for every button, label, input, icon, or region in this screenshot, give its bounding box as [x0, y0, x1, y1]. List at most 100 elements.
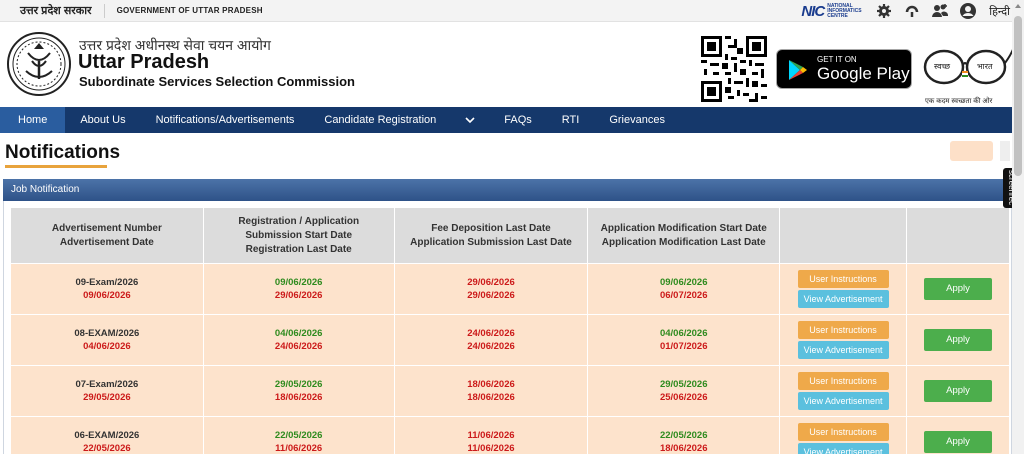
cell-actions: User Instructions View Advertisement [779, 314, 908, 366]
adv-number: 07-Exam/2026 [75, 379, 139, 390]
vertical-scrollbar[interactable] [1012, 0, 1024, 454]
header-modification-label: Application Modification Start Date Appl… [600, 222, 767, 248]
submission-last-date: 18/06/2026 [467, 392, 515, 403]
swachh-bharat-logo: स्वच्छ भारत एक कदम स्वच्छता की ओर [922, 45, 1015, 115]
org-name-subtitle: Subordinate Services Selection Commissio… [79, 74, 355, 89]
table-row: 06-EXAM/2026 22/05/2026 22/05/2026 11/06… [10, 416, 1010, 454]
header-modification: Application Modification Start Date Appl… [587, 207, 781, 264]
fee-last-date: 18/06/2026 [467, 379, 515, 390]
title-underline [5, 165, 107, 168]
cell-modification: 22/05/2026 18/06/2026 [587, 416, 781, 454]
main-nav: Home About Us Notifications/Advertisemen… [0, 107, 1012, 133]
cell-fee: 11/06/2026 11/06/2026 [393, 416, 589, 454]
adv-date: 04/06/2026 [83, 341, 131, 352]
mod-start-date: 09/06/2026 [659, 277, 708, 288]
settings-icon[interactable] [875, 2, 893, 20]
language-toggle[interactable]: हिन्दी [989, 4, 1010, 19]
view-advertisement-button[interactable]: View Advertisement [797, 443, 889, 454]
mod-last-date: 18/06/2026 [659, 443, 708, 454]
user-instructions-button[interactable]: User Instructions [797, 321, 889, 339]
nic-logo-subtext: NATIONAL INFORMATICS CENTRE [827, 2, 862, 19]
adv-date: 22/05/2026 [83, 443, 131, 454]
side-handle [1000, 141, 1010, 161]
apply-button[interactable]: Apply [924, 278, 992, 300]
mod-start-date: 29/05/2026 [659, 379, 708, 390]
submission-last-date: 24/06/2026 [467, 341, 515, 352]
top-bar: उत्तर प्रदेश सरकार GOVERNMENT OF UTTAR P… [0, 0, 1012, 22]
mod-last-date: 25/06/2026 [659, 392, 708, 403]
reg-start-date: 29/05/2026 [274, 379, 323, 390]
user-circle-icon[interactable] [959, 2, 977, 20]
cell-fee: 24/06/2026 24/06/2026 [393, 314, 589, 366]
filter-pill[interactable] [950, 141, 993, 161]
gov-hindi-label: उत्तर प्रदेश सरकार [0, 3, 105, 18]
user-instructions-button[interactable]: User Instructions [797, 423, 889, 441]
mod-start-date: 04/06/2026 [659, 328, 708, 339]
site-header: उत्तर प्रदेश अधीनस्थ सेवा चयन आयोग Uttar… [0, 23, 1015, 107]
view-advertisement-button[interactable]: View Advertisement [797, 290, 889, 308]
nav-faqs[interactable]: FAQs [489, 107, 547, 133]
adv-number: 06-EXAM/2026 [74, 430, 140, 441]
apply-button[interactable]: Apply [924, 431, 992, 453]
swachh-word-2: भारत [977, 62, 993, 71]
mod-last-date: 01/07/2026 [659, 341, 708, 352]
header-registration: Registration / Application Submission St… [202, 207, 395, 264]
job-notification-panel: Advertisement Number Advertisement Date … [3, 201, 1012, 454]
reg-last-date: 11/06/2026 [275, 443, 323, 454]
google-play-badge[interactable]: GET IT ON Google Play [776, 49, 912, 89]
cell-apply: Apply [906, 263, 1010, 315]
apply-button[interactable]: Apply [924, 329, 992, 351]
nav-rti[interactable]: RTI [547, 107, 595, 133]
view-advertisement-button[interactable]: View Advertisement [797, 392, 889, 410]
cell-advertisement: 07-Exam/2026 29/05/2026 [10, 365, 204, 417]
reg-last-date: 18/06/2026 [274, 392, 323, 403]
header-advertisement-label: Advertisement Number Advertisement Date [51, 222, 162, 248]
nav-about-us[interactable]: About Us [65, 107, 140, 133]
header-apply [906, 207, 1010, 264]
cell-actions: User Instructions View Advertisement [779, 416, 908, 454]
table-row: 09-Exam/2026 09/06/2026 09/06/2026 29/06… [10, 263, 1010, 315]
reg-start-date: 22/05/2026 [274, 430, 323, 441]
apply-button[interactable]: Apply [924, 380, 992, 402]
nav-notifications[interactable]: Notifications/Advertisements [141, 107, 310, 133]
reg-last-date: 24/06/2026 [274, 341, 323, 352]
user-instructions-button[interactable]: User Instructions [797, 270, 889, 288]
cell-advertisement: 09-Exam/2026 09/06/2026 [10, 263, 204, 315]
nic-logo[interactable]: NIC NATIONAL INFORMATICS CENTRE [801, 3, 865, 20]
scroll-up-icon[interactable] [1015, 4, 1021, 8]
user-instructions-button[interactable]: User Instructions [797, 372, 889, 390]
cell-fee: 29/06/2026 29/06/2026 [393, 263, 589, 315]
cell-fee: 18/06/2026 18/06/2026 [393, 365, 589, 417]
table-row: 07-Exam/2026 29/05/2026 29/05/2026 18/06… [10, 365, 1010, 417]
adv-date: 29/05/2026 [83, 392, 131, 403]
swachh-tagline: एक कदम स्वच्छता की ओर [925, 98, 993, 105]
reg-start-date: 04/06/2026 [274, 328, 323, 339]
up-emblem-logo[interactable] [6, 31, 72, 97]
accessibility-icon[interactable] [903, 2, 921, 20]
nav-candidate-registration[interactable]: Candidate Registration [309, 107, 451, 133]
mod-last-date: 06/07/2026 [659, 290, 708, 301]
header-fee-label: Fee Deposition Last Date Application Sub… [410, 222, 572, 248]
cell-modification: 09/06/2026 06/07/2026 [587, 263, 781, 315]
scrollbar-thumb[interactable] [1014, 16, 1022, 176]
google-play-name: Google Play [817, 64, 910, 83]
nav-grievances[interactable]: Grievances [594, 107, 680, 133]
org-name-title: Uttar Pradesh [78, 51, 210, 73]
google-play-get-label: GET IT ON [817, 55, 857, 64]
adv-number: 08-EXAM/2026 [74, 328, 140, 339]
nav-more-dropdown[interactable] [451, 107, 489, 133]
view-advertisement-button[interactable]: View Advertisement [797, 341, 889, 359]
reg-last-date: 29/06/2026 [274, 290, 323, 301]
qr-code-icon [701, 36, 767, 102]
users-icon[interactable] [931, 2, 949, 20]
cell-actions: User Instructions View Advertisement [779, 263, 908, 315]
fee-last-date: 11/06/2026 [467, 430, 515, 441]
mod-start-date: 22/05/2026 [659, 430, 708, 441]
table-header-row: Advertisement Number Advertisement Date … [10, 207, 1010, 264]
header-registration-label: Registration / Application Submission St… [238, 215, 360, 255]
submission-last-date: 11/06/2026 [467, 443, 515, 454]
top-bar-tools: NIC NATIONAL INFORMATICS CENTRE हिन्दी [801, 0, 1010, 22]
nav-home[interactable]: Home [0, 107, 66, 133]
chevron-down-icon [465, 117, 475, 124]
job-notification-header: Job Notification [3, 179, 1012, 201]
